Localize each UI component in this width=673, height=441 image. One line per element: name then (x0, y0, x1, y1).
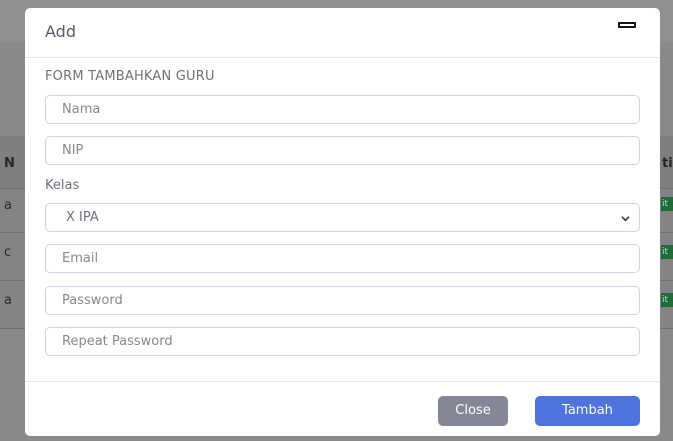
tambah-button[interactable]: Tambah (535, 396, 640, 426)
email-placeholder: Email (62, 251, 99, 266)
kelas-selected-value: X IPA (66, 210, 99, 225)
repeat-password-input[interactable]: Repeat Password (45, 327, 640, 356)
background-text-fragment: a (4, 198, 12, 213)
password-input[interactable]: Password (45, 286, 640, 315)
modal-header: Add (25, 8, 660, 58)
nama-placeholder: Nama (62, 102, 101, 117)
nip-placeholder: NIP (62, 143, 84, 158)
add-teacher-modal: Add FORM TAMBAHKAN GURU Nama NIP Kelas X… (25, 8, 660, 436)
kelas-label: Kelas (45, 178, 80, 193)
background-text-fragment: N (4, 156, 15, 171)
kelas-select[interactable]: X IPA (45, 203, 640, 232)
background-text-fragment: c (4, 245, 12, 260)
background-text-fragment: ti (662, 156, 673, 171)
background-edit-badge: it (661, 245, 673, 259)
background-text-fragment: a (4, 293, 12, 308)
chevron-down-icon (621, 216, 630, 222)
form-heading: FORM TAMBAHKAN GURU (45, 69, 215, 84)
nip-input[interactable]: NIP (45, 136, 640, 165)
close-button[interactable]: Close (438, 396, 508, 426)
email-input[interactable]: Email (45, 244, 640, 273)
modal-title: Add (45, 22, 76, 41)
close-icon[interactable] (618, 22, 636, 28)
nama-input[interactable]: Nama (45, 95, 640, 124)
password-placeholder: Password (62, 293, 123, 308)
background-edit-badge: it (661, 293, 673, 307)
background-edit-badge: it (661, 197, 673, 211)
modal-footer: Close Tambah (25, 381, 660, 436)
repeat-password-placeholder: Repeat Password (62, 334, 173, 349)
